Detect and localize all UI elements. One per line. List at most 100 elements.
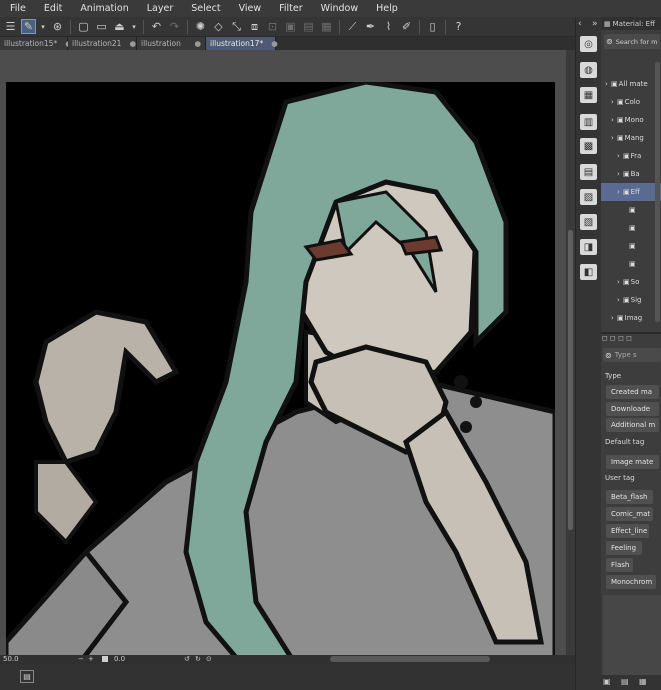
collapse-right-icon[interactable]: » <box>592 19 598 29</box>
menu-animation[interactable]: Animation <box>70 3 136 14</box>
tab-illustration[interactable]: illustration ● <box>137 37 206 50</box>
pen-icon[interactable]: ✒ <box>363 19 378 34</box>
layer-property-icon[interactable]: ▨ <box>580 189 597 205</box>
tag-additional-button[interactable]: Additional m <box>606 418 659 432</box>
tab-illustration15[interactable]: illustration15* ● <box>0 37 72 50</box>
tag-flash-button[interactable]: Flash <box>606 558 633 572</box>
crop-icon[interactable]: ⊡ <box>265 19 280 34</box>
material-tree-item[interactable]: › ▣ Ba <box>601 165 661 183</box>
tag-created-button[interactable]: Created ma <box>606 385 659 399</box>
brush-icon[interactable]: ✐ <box>399 19 414 34</box>
layer-icon[interactable]: ▥ <box>580 114 597 130</box>
layout-icon[interactable]: ▤ <box>20 670 34 683</box>
zoom-in-icon[interactable]: + <box>88 655 94 663</box>
search-layer-icon[interactable]: ▧ <box>580 214 597 230</box>
tag-feeling-button[interactable]: Feeling <box>606 541 642 555</box>
deselect-icon[interactable]: ⤡ <box>229 19 244 34</box>
material-preview[interactable] <box>603 595 661 675</box>
material-tree-item[interactable]: › ▣ Mono <box>601 111 661 129</box>
tree-scrollbar[interactable] <box>655 62 660 322</box>
material-icon[interactable]: ▦ <box>580 87 597 103</box>
chevron-down-icon[interactable]: ▾ <box>39 19 47 34</box>
material-search-input[interactable]: Search for m <box>616 38 658 46</box>
modified-icon[interactable]: ● <box>263 39 278 48</box>
save-icon[interactable]: ⏏ <box>112 19 127 34</box>
menu-window[interactable]: Window <box>311 3 366 14</box>
modified-icon[interactable]: ● <box>121 39 136 48</box>
material-tree-item[interactable]: › ▣ Sig <box>601 291 661 309</box>
menu-edit[interactable]: Edit <box>34 3 70 14</box>
new-file-icon[interactable]: ▢ <box>76 19 91 34</box>
material-tree-item[interactable]: › ▣ Colo <box>601 93 661 111</box>
material-tree-item[interactable]: ▣ <box>601 237 661 255</box>
material-tree-item[interactable]: ▣ <box>601 255 661 273</box>
tab-illustration21[interactable]: illustration21 ● <box>68 37 137 50</box>
history-icon[interactable]: ▤ <box>580 164 597 180</box>
tag-search-bar[interactable]: ⊚ Type s <box>603 348 661 362</box>
brush-size-icon[interactable]: ▤ <box>301 19 316 34</box>
eraser-icon[interactable]: ⌇ <box>381 19 396 34</box>
menu-select[interactable]: Select <box>181 3 228 14</box>
canvas-area[interactable] <box>0 50 566 681</box>
tag-monochrome-button[interactable]: Monochrom <box>606 575 656 589</box>
zoom-value[interactable]: 50.0 <box>3 655 19 663</box>
ruler-icon[interactable]: ⟋ <box>345 19 360 34</box>
vertical-scrollbar[interactable] <box>566 50 575 655</box>
transform-box-icon[interactable]: ▦ <box>319 19 334 34</box>
material-tree-item[interactable]: › ▣ All mate <box>601 75 661 93</box>
menu-file[interactable]: File <box>0 3 34 14</box>
paste-material-icon[interactable]: ▣ <box>603 677 611 686</box>
menu-filter[interactable]: Filter <box>269 3 311 14</box>
material-tree-item[interactable]: › ▣ Imag <box>601 309 661 327</box>
rotate-left-icon[interactable]: ↺ <box>184 655 190 663</box>
menu-layer[interactable]: Layer <box>137 3 182 14</box>
tag-downloaded-button[interactable]: Downloade <box>606 402 659 416</box>
material-tree-item[interactable]: › ▣ Eff <box>601 183 661 201</box>
tag-beta-flash-button[interactable]: Beta_flash <box>606 490 653 504</box>
material-tree-item[interactable]: › ▣ Mang <box>601 129 661 147</box>
animation-icon[interactable]: ◨ <box>580 239 597 255</box>
redo-icon[interactable]: ↷ <box>167 19 182 34</box>
list-view-icon[interactable]: ▤ <box>621 677 629 686</box>
material-search-bar[interactable]: ⊚ Search for m <box>604 34 660 49</box>
artwork-canvas[interactable] <box>6 82 555 681</box>
navigator-icon[interactable]: ◎ <box>580 36 597 52</box>
open-folder-icon[interactable]: ▭ <box>94 19 109 34</box>
loading-icon[interactable]: ✺ <box>193 19 208 34</box>
tag-comic-button[interactable]: Comic_mat <box>606 507 653 521</box>
grid-view-icon[interactable]: ▦ <box>639 677 647 686</box>
horizontal-scrollbar[interactable] <box>330 656 490 662</box>
tab-illustration17[interactable]: illustration17* ● <box>206 37 278 50</box>
menu-help[interactable]: Help <box>366 3 406 14</box>
material-tree-item[interactable]: ▣ <box>601 201 661 219</box>
tag-image-button[interactable]: Image mate <box>606 455 659 469</box>
material-tree-item[interactable]: › ▣ Fra <box>601 147 661 165</box>
modified-icon[interactable]: ● <box>186 39 201 48</box>
menu-icon[interactable]: ☰ <box>3 19 18 34</box>
zoom-out-icon[interactable]: − <box>78 655 84 663</box>
collapse-left-icon[interactable]: ‹ <box>578 19 582 29</box>
help-icon[interactable]: ? <box>451 19 466 34</box>
invert-selection-icon[interactable]: ⧈ <box>247 19 262 34</box>
undo-icon[interactable]: ↶ <box>149 19 164 34</box>
tag-effect-line-button[interactable]: Effect_line <box>606 524 649 538</box>
reset-rotation-icon[interactable]: ⊙ <box>206 655 212 663</box>
canvas-icon[interactable]: ⊛ <box>50 19 65 34</box>
tablet-icon[interactable]: ▯ <box>425 19 440 34</box>
material-options-icon[interactable]: ◻ ◻ ◻ ◻ <box>602 334 632 342</box>
save-dropdown-icon[interactable]: ▾ <box>130 19 138 34</box>
scrollbar-thumb[interactable] <box>568 230 573 530</box>
angle-value[interactable]: 0.0 <box>114 655 125 663</box>
color-icon[interactable]: ▩ <box>580 138 597 154</box>
material-tree-item[interactable]: › ▣ So <box>601 273 661 291</box>
transform-icon[interactable]: ◇ <box>211 19 226 34</box>
menu-view[interactable]: View <box>229 3 270 14</box>
material-tree-item[interactable]: ▣ <box>601 219 661 237</box>
fit-icon[interactable] <box>102 656 108 662</box>
tag-search-input[interactable]: Type s <box>615 351 637 359</box>
rotate-right-icon[interactable]: ↻ <box>195 655 201 663</box>
pen-tool-icon[interactable]: ✎ <box>21 19 36 34</box>
sub-tool-icon[interactable]: ◍ <box>580 62 597 78</box>
fill-icon[interactable]: ▣ <box>283 19 298 34</box>
item-bank-icon[interactable]: ◧ <box>580 264 597 280</box>
